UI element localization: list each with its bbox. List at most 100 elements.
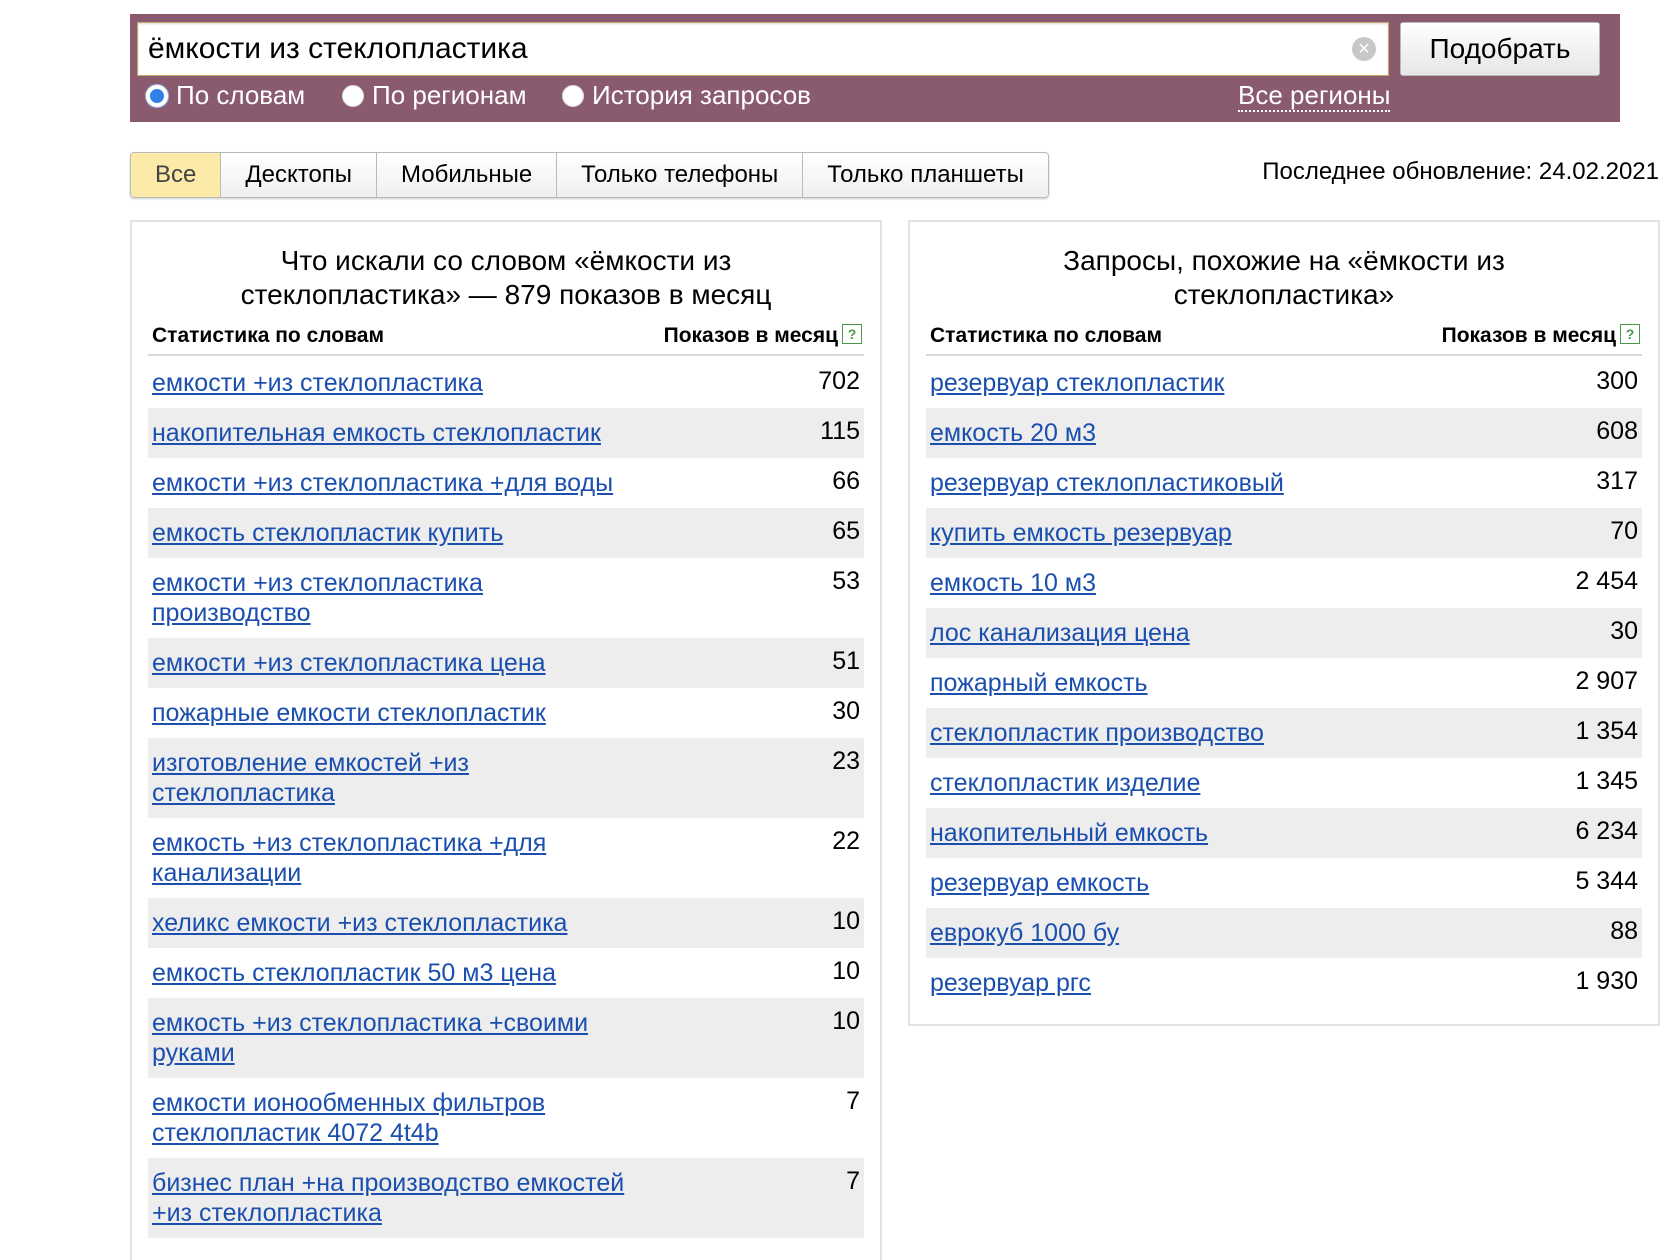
- phrase-link[interactable]: лос канализация цена: [930, 608, 1190, 658]
- count: 65: [832, 517, 860, 545]
- phrase-link[interactable]: емкости +из стеклопластика цена: [152, 638, 546, 688]
- mode-by-regions[interactable]: По регионам: [342, 80, 526, 111]
- table-row: изготовление емкостей +из стеклопластика…: [148, 738, 864, 818]
- count: 88: [1610, 917, 1638, 945]
- table-header: Статистика по словам Показов в месяц ?: [926, 324, 1642, 356]
- count: 1 354: [1575, 717, 1638, 745]
- count: 22: [832, 827, 860, 855]
- last-update: Последнее обновление: 24.02.2021: [1262, 158, 1659, 185]
- phrase-link[interactable]: резервуар ргс: [930, 958, 1091, 1008]
- clear-icon[interactable]: ×: [1352, 37, 1376, 61]
- table-row: емкость +из стеклопластика +для канализа…: [148, 818, 864, 898]
- table-header: Статистика по словам Показов в месяц ?: [148, 324, 864, 356]
- phrase-link[interactable]: емкость стеклопластик купить: [152, 508, 503, 558]
- tab-desktops[interactable]: Десктопы: [221, 153, 378, 197]
- radio-icon[interactable]: [562, 84, 584, 107]
- phrase-link[interactable]: резервуар стеклопластик: [930, 358, 1224, 408]
- table-row: бизнес план +на производство емкостей +и…: [148, 1158, 864, 1238]
- mode-history[interactable]: История запросов: [562, 80, 811, 111]
- phrase-link[interactable]: изготовление емкостей +из стеклопластика: [152, 738, 502, 818]
- all-regions-link[interactable]: Все регионы: [1238, 80, 1391, 112]
- table-row: емкости +из стеклопластика производство 5…: [148, 558, 864, 638]
- table-row: емкости +из стеклопластика 702: [148, 358, 864, 408]
- phrase-link[interactable]: емкости +из стеклопластика +для воды: [152, 458, 613, 508]
- phrase-link[interactable]: стеклопластик изделие: [930, 758, 1200, 808]
- help-icon[interactable]: ?: [1620, 324, 1640, 344]
- count: 70: [1610, 517, 1638, 545]
- table-row: пожарный емкость 2 907: [926, 658, 1642, 708]
- table-row: емкости +из стеклопластика цена 51: [148, 638, 864, 688]
- panel-title: Что искали со словом «ёмкости из стеклоп…: [240, 245, 772, 310]
- count: 10: [832, 907, 860, 935]
- phrase-link[interactable]: резервуар стеклопластиковый: [930, 458, 1284, 508]
- tab-mobile[interactable]: Мобильные: [377, 153, 558, 197]
- count: 10: [832, 1007, 860, 1035]
- count: 115: [820, 417, 860, 445]
- phrase-link[interactable]: емкости +из стеклопластика производство: [152, 558, 502, 638]
- column-header-shows: Показов в месяц: [1441, 324, 1616, 347]
- table-row: емкости ионообменных фильтров стеклоплас…: [148, 1078, 864, 1158]
- phrase-link[interactable]: емкость +из стеклопластика +для канализа…: [152, 818, 572, 898]
- tab-phones-only[interactable]: Только телефоны: [557, 153, 804, 197]
- phrase-link[interactable]: хеликс емкости +из стеклопластика: [152, 898, 567, 948]
- count: 30: [1610, 617, 1638, 645]
- phrase-link[interactable]: пожарные емкости стеклопластик: [152, 688, 546, 738]
- mode-by-words[interactable]: По словам: [146, 80, 305, 111]
- words-panel: Что искали со словом «ёмкости из стеклоп…: [130, 220, 882, 1260]
- table-row: стеклопластик производство 1 354: [926, 708, 1642, 758]
- mode-label: История запросов: [592, 80, 811, 110]
- count: 51: [832, 647, 860, 675]
- table-row: стеклопластик изделие 1 345: [926, 758, 1642, 808]
- count: 10: [832, 957, 860, 985]
- table-row: емкость 10 м3 2 454: [926, 558, 1642, 608]
- table-row: накопительная емкость стеклопластик 115: [148, 408, 864, 458]
- similar-table: резервуар стеклопластик 300 емкость 20 м3…: [926, 358, 1642, 1008]
- search-input[interactable]: [148, 23, 1318, 75]
- phrase-link[interactable]: резервуар емкость: [930, 858, 1149, 908]
- submit-button[interactable]: Подобрать: [1400, 22, 1600, 76]
- table-row: еврокуб 1000 бу 88: [926, 908, 1642, 958]
- phrase-link[interactable]: накопительная емкость стеклопластик: [152, 408, 601, 458]
- table-row: резервуар стеклопластиковый 317: [926, 458, 1642, 508]
- search-field[interactable]: ×: [137, 22, 1389, 76]
- device-tabs: Все Десктопы Мобильные Только телефоны Т…: [130, 152, 1049, 198]
- phrase-link[interactable]: стеклопластик производство: [930, 708, 1264, 758]
- table-row: резервуар емкость 5 344: [926, 858, 1642, 908]
- count: 23: [832, 747, 860, 775]
- count: 7: [846, 1087, 860, 1115]
- mode-label: По регионам: [372, 80, 527, 110]
- count: 1 930: [1575, 967, 1638, 995]
- count: 2 907: [1575, 667, 1638, 695]
- column-header-words: Статистика по словам: [152, 324, 384, 347]
- phrase-link[interactable]: еврокуб 1000 бу: [930, 908, 1119, 958]
- count: 5 344: [1575, 867, 1638, 895]
- words-table: емкости +из стеклопластика 702 накопитель…: [148, 358, 864, 1238]
- phrase-link[interactable]: накопительный емкость: [930, 808, 1208, 858]
- count: 6 234: [1575, 817, 1638, 845]
- table-row: лос канализация цена 30: [926, 608, 1642, 658]
- table-row: емкость стеклопластик 50 м3 цена 10: [148, 948, 864, 998]
- count: 702: [818, 367, 860, 395]
- phrase-link[interactable]: емкость 10 м3: [930, 558, 1096, 608]
- count: 66: [832, 467, 860, 495]
- radio-selected-icon[interactable]: [146, 84, 168, 107]
- phrase-link[interactable]: емкость 20 м3: [930, 408, 1096, 458]
- radio-icon[interactable]: [342, 84, 364, 107]
- phrase-link[interactable]: пожарный емкость: [930, 658, 1148, 708]
- phrase-link[interactable]: емкость стеклопластик 50 м3 цена: [152, 948, 556, 998]
- phrase-link[interactable]: емкости +из стеклопластика: [152, 358, 483, 408]
- count: 608: [1596, 417, 1638, 445]
- phrase-link[interactable]: купить емкость резервуар: [930, 508, 1232, 558]
- similar-queries-panel: Запросы, похожие на «ёмкости из стеклопл…: [908, 220, 1660, 1026]
- phrase-link[interactable]: бизнес план +на производство емкостей +и…: [152, 1158, 652, 1238]
- phrase-link[interactable]: емкость +из стеклопластика +своими рукам…: [152, 998, 622, 1078]
- phrase-link[interactable]: емкости ионообменных фильтров стеклоплас…: [152, 1078, 572, 1158]
- tab-all[interactable]: Все: [131, 153, 222, 197]
- column-header-words: Статистика по словам: [930, 324, 1162, 347]
- count: 1 345: [1575, 767, 1638, 795]
- count: 2 454: [1575, 567, 1638, 595]
- count: 53: [832, 567, 860, 595]
- help-icon[interactable]: ?: [842, 324, 862, 344]
- tab-tablets-only[interactable]: Только планшеты: [803, 153, 1048, 197]
- table-row: купить емкость резервуар 70: [926, 508, 1642, 558]
